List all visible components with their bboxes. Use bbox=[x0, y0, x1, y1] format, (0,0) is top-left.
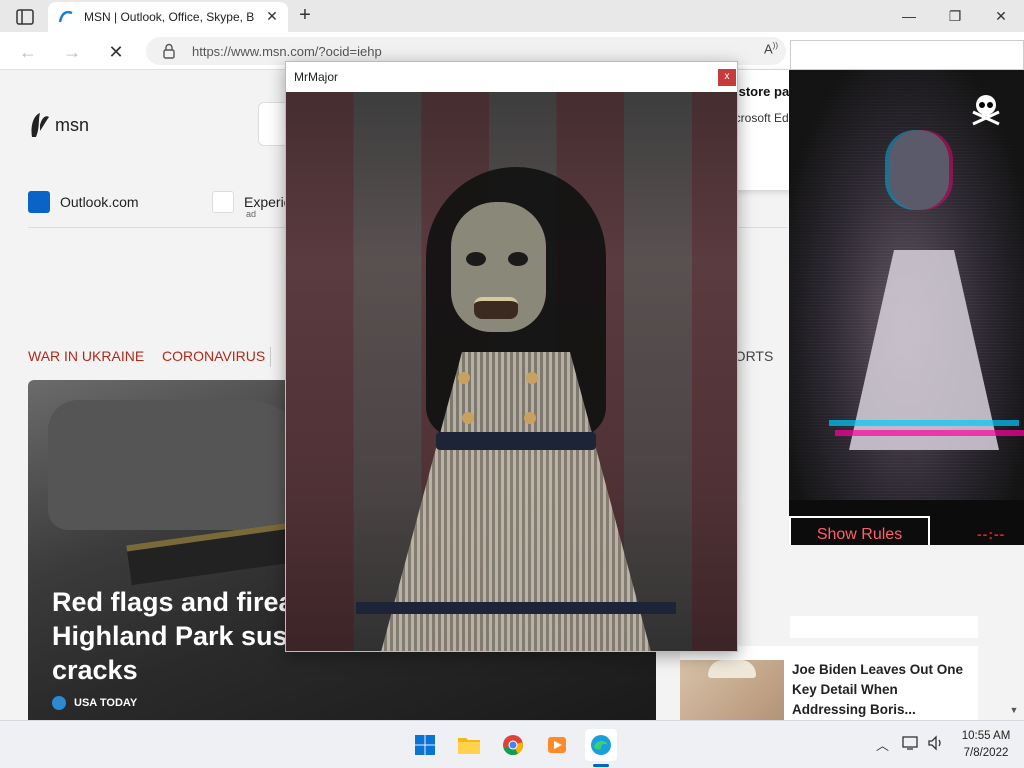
mrmajor-popup-window[interactable]: MrMajor x bbox=[285, 61, 738, 652]
lock-icon bbox=[163, 43, 175, 59]
outlook-icon bbox=[28, 191, 50, 213]
scroll-down-arrow-icon[interactable]: ▼ bbox=[1008, 705, 1020, 717]
volume-icon[interactable] bbox=[927, 735, 945, 753]
side-story-thumbnail bbox=[680, 660, 784, 720]
clock-date: 7/8/2022 bbox=[963, 747, 1009, 759]
tab-actions-icon[interactable] bbox=[8, 6, 40, 28]
tab-close-button[interactable]: ✕ bbox=[263, 7, 281, 25]
show-hidden-icons-chevron-icon[interactable]: ︿ bbox=[876, 735, 889, 753]
minimize-button[interactable]: — bbox=[886, 4, 932, 28]
side-panel-bottom bbox=[790, 616, 978, 638]
ad-badge: ad bbox=[246, 209, 257, 219]
creepy-doll-image bbox=[286, 92, 737, 651]
msn-favicon-icon bbox=[58, 10, 73, 23]
window-close-button[interactable]: ✕ bbox=[978, 4, 1024, 28]
side-story-card[interactable]: Joe Biden Leaves Out One Key Detail When… bbox=[680, 646, 978, 720]
quicklink-outlook[interactable]: Outlook.com bbox=[28, 189, 139, 215]
file-explorer-icon[interactable] bbox=[453, 729, 485, 761]
windows-taskbar: ︿ 10:55 AM 7/8/2022 bbox=[0, 720, 1024, 768]
skull-crossbones-icon bbox=[972, 95, 1000, 126]
tab-title: MSN | Outlook, Office, Skype, Bing bbox=[84, 10, 254, 24]
quicklink-label: Outlook.com bbox=[60, 194, 139, 210]
mrmajor-titlebar[interactable]: MrMajor x bbox=[286, 62, 737, 92]
glitch-doll-image bbox=[789, 70, 1024, 500]
read-aloud-icon[interactable]: A)) bbox=[764, 41, 784, 61]
edge-icon[interactable] bbox=[585, 729, 617, 761]
category-separator bbox=[270, 347, 271, 367]
restore-button[interactable]: ❐ bbox=[932, 4, 978, 28]
hero-source: USA TODAY bbox=[52, 696, 137, 710]
start-icon[interactable] bbox=[409, 729, 441, 761]
url-text: https://www.msn.com/?ocid=iehp bbox=[192, 44, 382, 59]
stop-loading-icon[interactable]: ✕ bbox=[102, 40, 130, 64]
glitch-window-titlebar[interactable] bbox=[790, 40, 1024, 70]
side-story-headline[interactable]: Joe Biden Leaves Out One Key Detail When… bbox=[792, 660, 972, 720]
system-clock[interactable]: 10:55 AM 7/8/2022 bbox=[956, 728, 1016, 762]
hero-source-label: USA TODAY bbox=[74, 697, 138, 709]
countdown-timer: --:-- bbox=[977, 526, 1006, 542]
category-war-in-ukraine[interactable]: WAR IN UKRAINE bbox=[28, 348, 144, 364]
mrmajor-title: MrMajor bbox=[294, 70, 338, 84]
network-icon[interactable] bbox=[902, 735, 920, 753]
usa-today-logo-icon bbox=[52, 696, 66, 710]
media-player-icon[interactable] bbox=[541, 729, 573, 761]
hero-image-bag bbox=[48, 400, 308, 530]
active-app-indicator bbox=[593, 764, 609, 767]
category-coronavirus[interactable]: CORONAVIRUS bbox=[162, 348, 265, 364]
msn-logo-text[interactable]: msn bbox=[55, 115, 89, 136]
mrmajor-close-button[interactable]: x bbox=[718, 69, 736, 86]
msn-butterfly-logo-icon[interactable] bbox=[28, 111, 50, 139]
back-arrow-icon[interactable]: ← bbox=[14, 40, 42, 64]
forward-arrow-icon[interactable]: → bbox=[58, 40, 86, 64]
show-rules-button[interactable]: Show Rules bbox=[789, 516, 930, 545]
browser-tab-msn[interactable]: MSN | Outlook, Office, Skype, Bing ✕ bbox=[48, 2, 288, 32]
experian-icon bbox=[212, 191, 234, 213]
glitch-popup-window[interactable]: Show Rules --:-- bbox=[789, 70, 1024, 545]
chrome-icon[interactable] bbox=[497, 729, 529, 761]
new-tab-button[interactable]: + bbox=[292, 4, 318, 28]
clock-time: 10:55 AM bbox=[961, 730, 1011, 742]
